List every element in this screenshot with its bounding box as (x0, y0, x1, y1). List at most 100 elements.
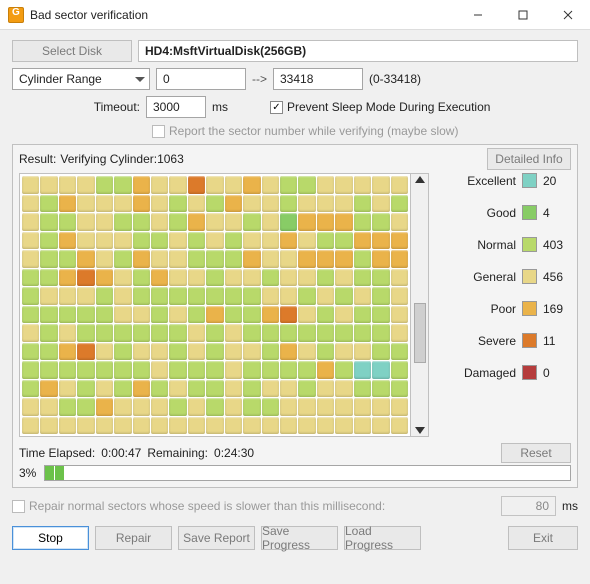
select-disk-button[interactable]: Select Disk (12, 40, 132, 62)
range-to-input[interactable]: 33418 (273, 68, 363, 90)
progress-bar (44, 465, 571, 481)
sector-cell (317, 195, 334, 213)
sector-cell (354, 380, 371, 398)
sector-cell (206, 380, 223, 398)
range-mode-select[interactable]: Cylinder Range (12, 68, 150, 90)
save-progress-button[interactable]: Save Progress (261, 526, 338, 550)
sector-cell (335, 195, 352, 213)
close-button[interactable] (545, 0, 590, 30)
repair-speed-checkbox[interactable]: Repair normal sectors whose speed is slo… (12, 499, 385, 513)
sector-cell (77, 417, 94, 435)
sector-cell (22, 232, 39, 250)
timeout-input[interactable]: 3000 (146, 96, 206, 118)
sector-cell (262, 398, 279, 416)
range-from-input[interactable]: 0 (156, 68, 246, 90)
sector-cell (169, 232, 186, 250)
minimize-button[interactable] (455, 0, 500, 30)
sector-cell (280, 361, 297, 379)
sector-cell (280, 195, 297, 213)
sector-cell (280, 287, 297, 305)
sector-cell (262, 250, 279, 268)
sector-cell (96, 269, 113, 287)
sector-cell (188, 306, 205, 324)
sector-cell (391, 306, 408, 324)
load-progress-button[interactable]: Load Progress (344, 526, 421, 550)
repair-button[interactable]: Repair (95, 526, 172, 550)
sector-cell (243, 213, 260, 231)
grid-scrollbar[interactable] (411, 173, 429, 437)
sector-cell (77, 195, 94, 213)
sector-cell (391, 250, 408, 268)
legend-swatch (522, 333, 537, 348)
report-sector-checkbox[interactable]: Report the sector number while verifying… (152, 124, 458, 138)
sector-cell (225, 380, 242, 398)
sector-cell (298, 361, 315, 379)
sector-cell (335, 232, 352, 250)
legend-name: Normal (456, 238, 516, 252)
sector-cell (243, 269, 260, 287)
sector-cell (225, 232, 242, 250)
sector-cell (335, 269, 352, 287)
stop-button[interactable]: Stop (12, 526, 89, 550)
exit-button[interactable]: Exit (508, 526, 578, 550)
sector-cell (59, 398, 76, 416)
sector-cell (206, 398, 223, 416)
sector-cell (243, 176, 260, 194)
sector-cell (206, 306, 223, 324)
sector-cell (391, 361, 408, 379)
scroll-down-icon[interactable] (415, 427, 425, 434)
sector-cell (40, 176, 57, 194)
app-icon (8, 7, 24, 23)
sector-cell (133, 343, 150, 361)
sector-cell (96, 306, 113, 324)
sector-cell (96, 250, 113, 268)
legend-row-good: Good4 (441, 205, 571, 220)
reset-button[interactable]: Reset (501, 443, 571, 463)
prevent-sleep-checkbox[interactable]: ✓ Prevent Sleep Mode During Execution (270, 100, 490, 114)
sector-cell (317, 269, 334, 287)
sector-cell (59, 287, 76, 305)
sector-cell (96, 232, 113, 250)
sector-cell (225, 343, 242, 361)
legend-row-general: General456 (441, 269, 571, 284)
sector-cell (77, 324, 94, 342)
sector-cell (243, 417, 260, 435)
sector-cell (206, 232, 223, 250)
sector-cell (262, 195, 279, 213)
sector-cell (40, 195, 57, 213)
sector-cell (59, 380, 76, 398)
sector-cell (114, 306, 131, 324)
sector-cell (298, 417, 315, 435)
sector-cell (243, 195, 260, 213)
save-report-button[interactable]: Save Report (178, 526, 255, 550)
sector-cell (169, 343, 186, 361)
sector-cell (225, 398, 242, 416)
legend-swatch (522, 205, 537, 220)
sector-cell (169, 306, 186, 324)
sector-cell (354, 361, 371, 379)
sector-cell (372, 343, 389, 361)
sector-cell (317, 250, 334, 268)
sector-cell (114, 213, 131, 231)
legend-count: 169 (543, 302, 571, 316)
sector-cell (188, 398, 205, 416)
sector-cell (317, 306, 334, 324)
sector-cell (40, 361, 57, 379)
sector-cell (206, 343, 223, 361)
sector-cell (40, 232, 57, 250)
sector-cell (22, 380, 39, 398)
prevent-sleep-label: Prevent Sleep Mode During Execution (287, 100, 490, 114)
detailed-info-button[interactable]: Detailed Info (487, 148, 571, 170)
sector-cell (335, 287, 352, 305)
scroll-up-icon[interactable] (415, 176, 425, 183)
sector-cell (188, 176, 205, 194)
sector-cell (96, 417, 113, 435)
sector-cell (22, 343, 39, 361)
sector-cell (243, 306, 260, 324)
sector-cell (59, 417, 76, 435)
sector-cell (151, 269, 168, 287)
sector-cell (40, 269, 57, 287)
scroll-thumb[interactable] (414, 303, 426, 363)
maximize-button[interactable] (500, 0, 545, 30)
sector-cell (206, 361, 223, 379)
